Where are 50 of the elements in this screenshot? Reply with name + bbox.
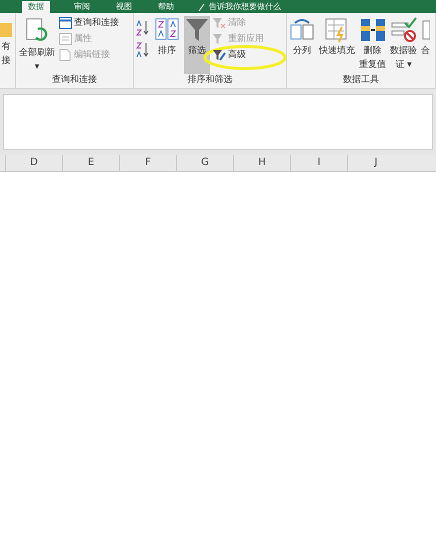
- ribbon-button[interactable]: 全部刷新 ▾: [18, 16, 56, 74]
- sort-icon: [154, 17, 180, 43]
- ribbon-button[interactable]: 删除 重复值: [358, 16, 387, 74]
- column-header[interactable]: D: [5, 155, 62, 171]
- ribbon-button[interactable]: 数据验 证 ▾: [389, 16, 418, 74]
- ribbon-button[interactable]: 排序: [153, 16, 181, 74]
- funnel-clear-icon: [213, 17, 226, 29]
- button-label: 重复值: [359, 59, 386, 71]
- group-label: 数据工具: [342, 74, 380, 87]
- funnel-advanced-icon: [213, 49, 226, 61]
- button-label: 筛选: [188, 45, 206, 57]
- table-icon: [59, 17, 72, 29]
- sort-ascending-icon[interactable]: [136, 20, 150, 36]
- ribbon-button[interactable]: 快速填充: [318, 16, 356, 74]
- remove-duplicates-icon: [360, 17, 386, 43]
- tell-me-field[interactable]: 告诉我你想要做什么: [198, 1, 281, 13]
- ribbon-tab[interactable]: 视图: [114, 1, 134, 13]
- column-header[interactable]: F: [119, 155, 176, 171]
- sort-descending-icon[interactable]: [136, 42, 150, 58]
- ribbon-tab[interactable]: 帮助: [156, 1, 176, 13]
- data-validation-icon: [390, 17, 416, 43]
- group-label: 排序和筛选: [186, 74, 234, 87]
- document-link-icon: [59, 49, 72, 61]
- button-label: 证 ▾: [395, 59, 412, 71]
- button-label: ▾: [34, 61, 40, 73]
- group-label: 查询和连接: [51, 74, 98, 87]
- ribbon-small-button[interactable]: 查询和连接: [59, 16, 119, 30]
- button-label: 快速填充: [319, 45, 355, 57]
- ribbon-button[interactable]: 合: [420, 16, 431, 74]
- button-label: 有: [2, 41, 10, 53]
- button-label: 数据验: [390, 45, 417, 57]
- column-header[interactable]: G: [176, 155, 233, 171]
- ribbon-button[interactable]: 筛选: [184, 16, 210, 74]
- ribbon-tab[interactable]: 数据: [22, 1, 50, 13]
- button-label: 分列: [293, 45, 311, 57]
- column-header[interactable]: E: [62, 155, 119, 171]
- button-label: 接: [2, 55, 10, 67]
- properties-icon: [59, 33, 72, 45]
- column-header[interactable]: J: [347, 155, 404, 171]
- ribbon-button[interactable]: 有 接: [0, 16, 12, 74]
- ribbon-tab[interactable]: 审阅: [72, 1, 92, 13]
- column-header[interactable]: H: [233, 155, 290, 171]
- ribbon-button[interactable]: 分列: [288, 16, 316, 74]
- funnel-icon: [185, 17, 209, 43]
- button-label: 全部刷新: [19, 47, 55, 59]
- button-label: 排序: [158, 45, 176, 57]
- column-header[interactable]: I: [290, 155, 347, 171]
- button-label: 删除: [364, 45, 382, 57]
- tell-me-text: 告诉我你想要做什么: [209, 3, 281, 11]
- button-label: 合: [421, 45, 430, 57]
